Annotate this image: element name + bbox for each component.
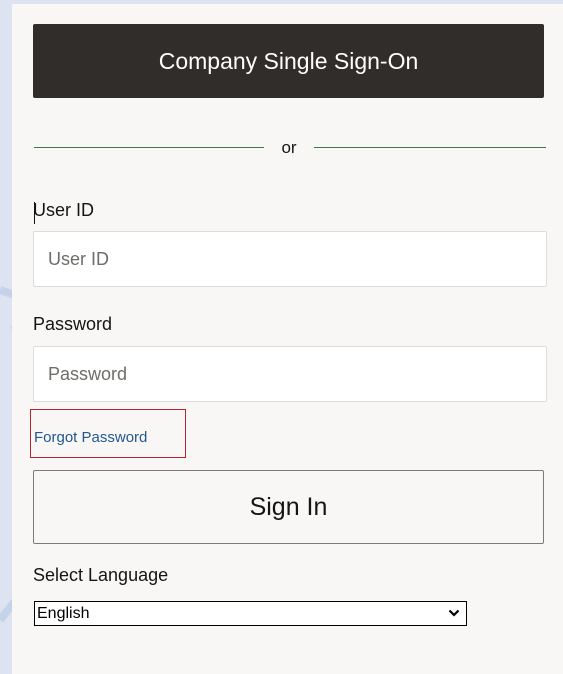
user-id-label: User ID (33, 200, 95, 220)
sign-in-button[interactable]: Sign In (33, 470, 544, 544)
sso-button[interactable]: Company Single Sign-On (33, 24, 544, 98)
forgot-password-focus-ring: Forgot Password (30, 409, 186, 458)
chevron-down-icon (448, 609, 460, 617)
user-id-input[interactable] (33, 231, 547, 287)
password-input[interactable] (33, 346, 547, 402)
divider-line-left (34, 147, 264, 148)
or-divider: or (34, 138, 546, 158)
language-label: Select Language (33, 565, 169, 585)
forgot-password-link[interactable]: Forgot Password (34, 429, 147, 446)
language-select[interactable]: English (34, 601, 467, 626)
divider-line-right (314, 147, 546, 148)
divider-text: or (281, 138, 297, 157)
password-label: Password (33, 314, 113, 334)
language-selected-value: English (37, 605, 90, 622)
login-panel: Company Single Sign-On or User ID Passwo… (12, 4, 563, 674)
